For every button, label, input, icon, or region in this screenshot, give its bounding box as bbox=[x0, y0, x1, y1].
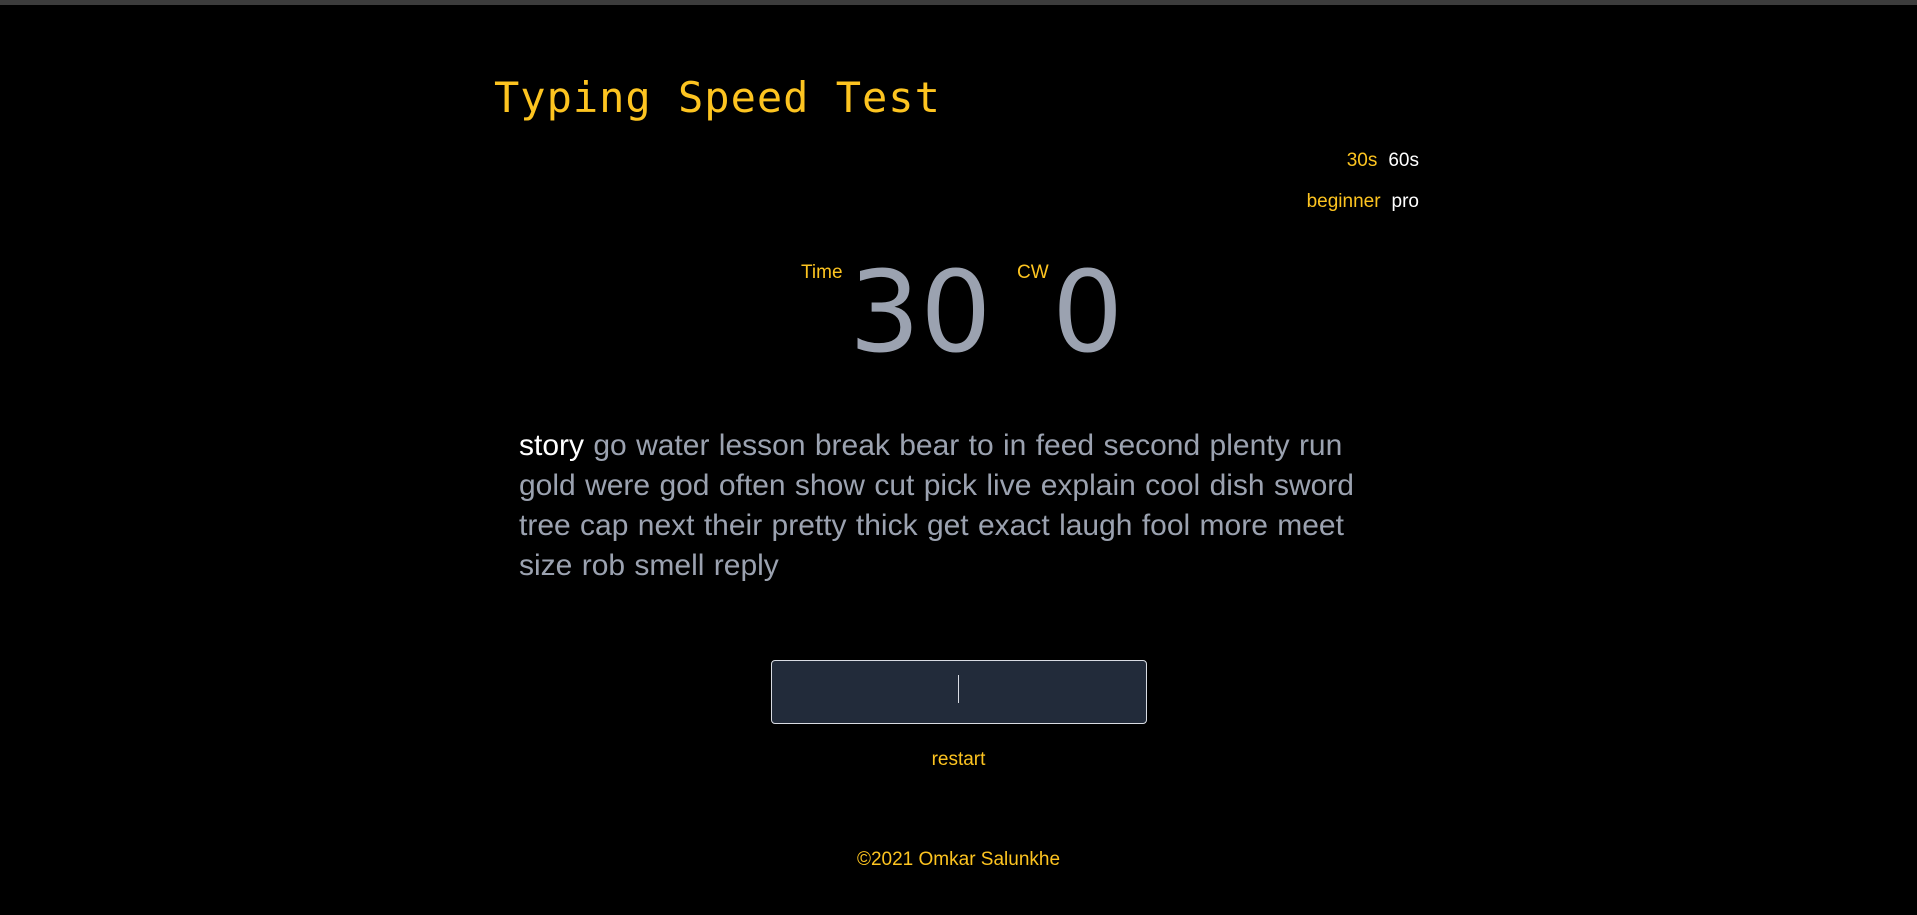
word: reply bbox=[713, 549, 779, 582]
word: pick bbox=[923, 469, 978, 502]
word: tree bbox=[519, 509, 571, 542]
correct-words-label: CW bbox=[1017, 262, 1049, 283]
word: cap bbox=[580, 509, 629, 542]
word: size bbox=[519, 549, 573, 582]
word: show bbox=[794, 469, 865, 502]
duration-option-30s[interactable]: 30s bbox=[1347, 149, 1378, 173]
word: sword bbox=[1273, 469, 1354, 502]
word: plenty bbox=[1209, 429, 1290, 462]
word: break bbox=[814, 429, 890, 462]
restart-button[interactable]: restart bbox=[0, 748, 1917, 772]
time-label: Time bbox=[801, 262, 843, 283]
word: more bbox=[1199, 509, 1268, 542]
duration-option-60s[interactable]: 60s bbox=[1388, 149, 1419, 173]
word: bear bbox=[899, 429, 960, 462]
word: live bbox=[986, 469, 1032, 502]
word: were bbox=[585, 469, 651, 502]
word: laugh bbox=[1059, 509, 1133, 542]
page-title: Typing Speed Test bbox=[494, 73, 941, 122]
word: feed bbox=[1035, 429, 1095, 462]
word: second bbox=[1103, 429, 1201, 462]
word: gold bbox=[519, 469, 576, 502]
word: meet bbox=[1277, 509, 1344, 542]
window-top-border bbox=[0, 0, 1917, 5]
duration-options: 30s 60s bbox=[1347, 149, 1419, 173]
time-counter: 30 bbox=[849, 248, 992, 378]
word: thick bbox=[855, 509, 918, 542]
word: god bbox=[659, 469, 710, 502]
correct-words-counter: 0 bbox=[1052, 248, 1124, 378]
word: cool bbox=[1145, 469, 1201, 502]
word: dish bbox=[1209, 469, 1265, 502]
word: to bbox=[968, 429, 994, 462]
word: often bbox=[718, 469, 786, 502]
footer-copyright: ©2021 Omkar Salunkhe bbox=[856, 849, 1061, 870]
word: explain bbox=[1040, 469, 1136, 502]
word: smell bbox=[634, 549, 705, 582]
word: their bbox=[703, 509, 763, 542]
typing-input[interactable] bbox=[771, 660, 1147, 724]
level-option-beginner[interactable]: beginner bbox=[1307, 190, 1381, 214]
word: get bbox=[926, 509, 969, 542]
word: in bbox=[1003, 429, 1027, 462]
word: story bbox=[519, 429, 585, 462]
word: go bbox=[593, 429, 627, 462]
word: water bbox=[636, 429, 710, 462]
level-option-pro[interactable]: pro bbox=[1392, 190, 1419, 214]
word: exact bbox=[978, 509, 1050, 542]
word: fool bbox=[1141, 509, 1191, 542]
level-options: beginner pro bbox=[1307, 190, 1419, 214]
word: run bbox=[1298, 429, 1343, 462]
word: cut bbox=[874, 469, 915, 502]
text-caret bbox=[958, 675, 959, 703]
word: rob bbox=[581, 549, 626, 582]
word: next bbox=[637, 509, 695, 542]
word: pretty bbox=[771, 509, 847, 542]
word-list: story go water lesson break bear to in f… bbox=[519, 426, 1379, 586]
word: lesson bbox=[718, 429, 806, 462]
